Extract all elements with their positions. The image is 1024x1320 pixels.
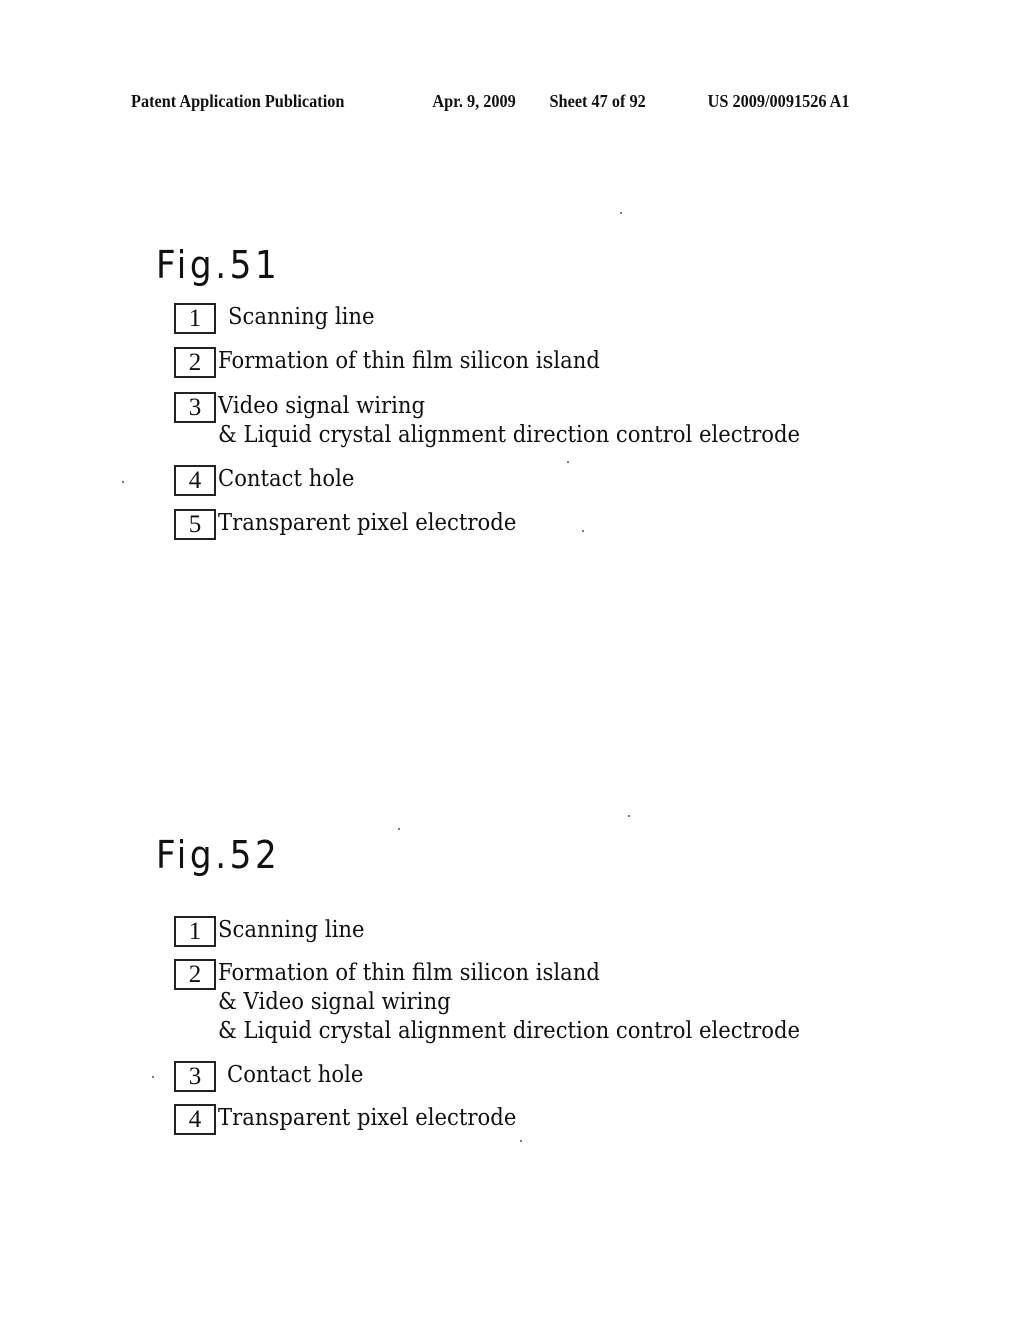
sheet-number: Sheet 47 of 92 — [549, 91, 646, 111]
scan-speck — [152, 1076, 154, 1078]
legend-number-box: 4 — [174, 1104, 216, 1135]
scan-speck — [398, 828, 400, 830]
legend-item-text: Transparent pixel electrode — [218, 1105, 517, 1131]
legend-item-text: Video signal wiring — [218, 393, 426, 419]
legend-number-box: 3 — [174, 392, 216, 423]
legend-item-continuation: & Liquid crystal alignment direction con… — [218, 1018, 801, 1044]
scan-speck — [567, 461, 569, 463]
legend-item-continuation: & Video signal wiring — [218, 989, 451, 1015]
page-header: Patent Application Publication Apr. 9, 2… — [131, 91, 850, 115]
legend-item-text: Contact hole — [227, 1062, 364, 1088]
scan-speck — [520, 1140, 522, 1142]
legend-item-text: Scanning line — [228, 304, 375, 330]
legend-number-box: 3 — [174, 1061, 216, 1092]
legend-number-box: 2 — [174, 959, 216, 990]
legend-number-box: 2 — [174, 347, 216, 378]
publication-type: Patent Application Publication — [131, 91, 345, 111]
publication-date: Apr. 9, 2009 — [432, 91, 516, 111]
scan-speck — [122, 481, 124, 483]
legend-item-text: Formation of thin film silicon island — [218, 960, 600, 986]
figure-51-title: Fig.51 — [156, 243, 281, 287]
scan-speck — [582, 530, 584, 532]
figure-52-title: Fig.52 — [156, 833, 281, 877]
legend-item-text: Contact hole — [218, 466, 355, 492]
legend-number-box: 5 — [174, 509, 216, 540]
legend-number-box: 1 — [174, 303, 216, 334]
scan-speck — [628, 815, 630, 817]
legend-item-text: Scanning line — [218, 917, 365, 943]
scan-speck — [620, 212, 622, 214]
legend-number-box: 1 — [174, 916, 216, 947]
publication-number: US 2009/0091526 A1 — [707, 91, 850, 111]
legend-item-text: Transparent pixel electrode — [218, 510, 517, 536]
legend-item-continuation: & Liquid crystal alignment direction con… — [218, 422, 801, 448]
legend-item-text: Formation of thin film silicon island — [218, 348, 600, 374]
legend-number-box: 4 — [174, 465, 216, 496]
